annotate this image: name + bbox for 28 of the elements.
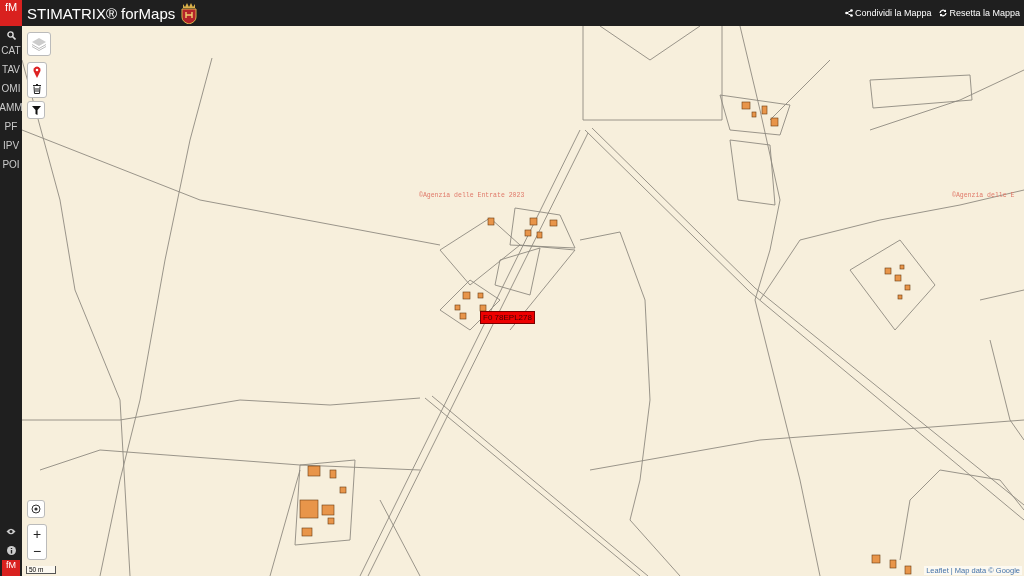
- info-icon: [6, 546, 16, 555]
- filter-button[interactable]: [27, 101, 45, 119]
- sidebar-item[interactable]: CAT: [0, 45, 22, 64]
- app-logo: fM: [0, 0, 22, 26]
- reset-map-button[interactable]: Resetta la Mappa: [939, 8, 1020, 18]
- sidebar-item[interactable]: IPV: [0, 140, 22, 159]
- locate-icon: [31, 504, 41, 514]
- app-logo: fM: [2, 560, 20, 576]
- share-map-button[interactable]: Condividi la Mappa: [844, 8, 932, 18]
- eye-icon: [6, 528, 16, 535]
- trash-icon: [33, 83, 41, 94]
- sidebar-item[interactable]: AMM: [0, 102, 22, 121]
- sidebar-item[interactable]: PF: [0, 121, 22, 140]
- zoom-in-button[interactable]: +: [28, 525, 46, 542]
- locate-button[interactable]: [27, 500, 45, 518]
- sidebar-item[interactable]: POI: [0, 159, 22, 178]
- zoom-out-button[interactable]: −: [28, 542, 46, 559]
- crest-icon: [181, 2, 198, 24]
- sidebar-item[interactable]: OMI: [0, 83, 22, 102]
- filter-icon: [31, 105, 41, 115]
- marker-icon: [33, 65, 41, 78]
- search-icon: [6, 31, 16, 40]
- app-title: STIMATRIX® forMaps: [27, 4, 176, 22]
- layers-icon: [31, 37, 47, 51]
- refresh-icon: [939, 9, 948, 17]
- parcel-label: F0 78EPL278: [480, 311, 535, 324]
- share-icon: [844, 9, 853, 17]
- sidebar-item[interactable]: TAV: [0, 64, 22, 83]
